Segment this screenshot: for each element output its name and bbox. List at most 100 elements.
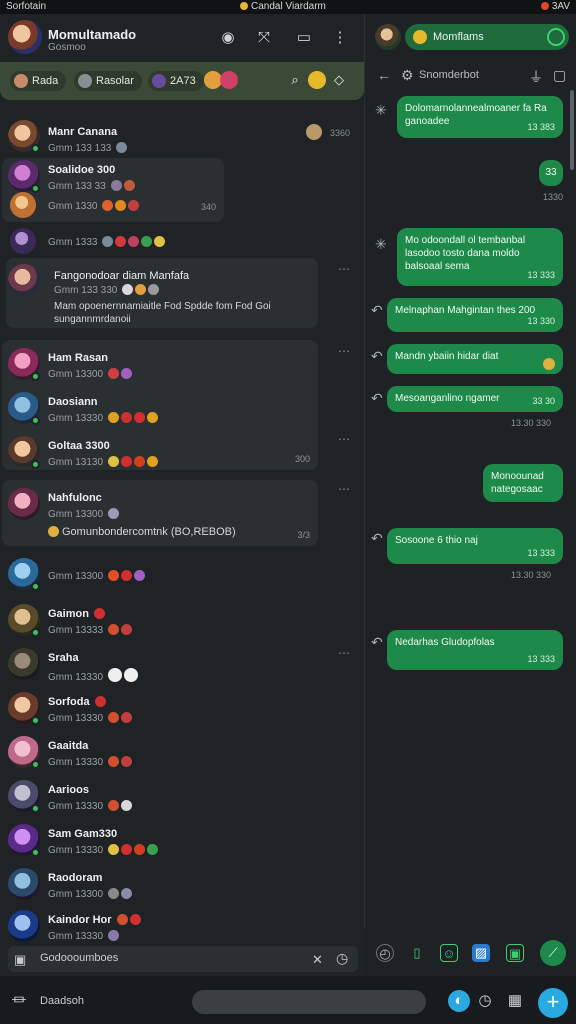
document-icon[interactable]: ▯ (408, 944, 426, 962)
message-bubble[interactable]: Melnaphan Mahgintan thes 200 13 330 (387, 298, 563, 332)
emoji-icon (107, 456, 119, 467)
emoji-icon[interactable] (220, 71, 238, 89)
avatar (8, 488, 40, 520)
bluetooth-icon[interactable]: ◐ (448, 990, 470, 1012)
emoji-icon (146, 412, 158, 423)
scrollbar[interactable] (570, 90, 574, 170)
more-icon[interactable]: ⋮ (330, 28, 350, 48)
pen-icon[interactable]: ⟋ (540, 940, 566, 966)
chat-item[interactable]: Raodoram Gmm 13300 (0, 862, 364, 906)
forward-icon[interactable]: ↶ (371, 634, 383, 651)
message-bubble[interactable]: Mandn ybaiin hidar diat (387, 344, 563, 374)
chat-item[interactable]: Gaimon Gmm 13333 (0, 598, 364, 642)
clock-icon[interactable]: ◷ (336, 950, 348, 967)
emoji-icon (107, 508, 119, 519)
message-bubble[interactable]: Mo odoondall ol tembanbal lasodoo tosto … (397, 228, 563, 286)
emoji-icon[interactable] (308, 71, 326, 89)
chat-item[interactable]: Daosiann Gmm 13330 (0, 386, 364, 428)
person-icon[interactable]: ⏚ (529, 67, 543, 87)
forward-icon[interactable]: ↶ (371, 302, 383, 319)
communities-icon[interactable]: ⤧ (254, 28, 274, 48)
emoji-icon (102, 200, 114, 211)
chat-item[interactable]: Ham Rasan Gmm 13300 ⋯ (0, 342, 364, 384)
more-icon[interactable]: ⋯ (338, 482, 350, 496)
more-icon[interactable]: ⋯ (338, 432, 350, 446)
bank-icon[interactable]: ⏛ (8, 990, 30, 1012)
chat-preview: Gmm 13330 (48, 412, 158, 424)
message-bubble[interactable]: Dolomarnolannealmoaner fa Ra ganoadee 13… (397, 96, 563, 138)
online-indicator (31, 628, 40, 637)
message-input[interactable] (192, 990, 426, 1014)
chat-preview: Gmm 1330 (48, 200, 140, 212)
chat-name: Sorfoda (48, 696, 106, 708)
status-ring-icon[interactable] (547, 28, 565, 46)
chat-item[interactable]: Gmm 13300 (0, 552, 364, 596)
message-bubble[interactable]: Mesoanganlino ngamer 33 30 (387, 386, 563, 412)
grid-icon[interactable]: ▦ (504, 990, 526, 1012)
close-icon[interactable]: ✕ (312, 952, 323, 968)
gear-icon[interactable]: ⚙ (401, 67, 414, 84)
chat-item[interactable]: Sraha Gmm 13330 ⋯ (0, 642, 364, 686)
forward-icon[interactable]: ↶ (371, 390, 383, 407)
chat-item[interactable]: Nahfulonc Gmm 13300 Gomunbondercomtnk (B… (0, 480, 364, 546)
filter-chip-2[interactable]: Rasolar (74, 71, 142, 91)
chat-item[interactable]: Sorfoda Gmm 13330 (0, 686, 364, 730)
contact-avatar[interactable] (375, 24, 401, 50)
reply-icon[interactable]: ✳ (375, 236, 387, 253)
chat-item[interactable]: Fangonodoar diam Manfafa Gmm 133 330 Mam… (0, 258, 364, 328)
chat-name: Sraha (48, 652, 79, 664)
back-arrow-icon[interactable]: ← (377, 67, 391, 83)
emoji-picker-icon[interactable]: ◴ (376, 944, 394, 962)
online-indicator (31, 460, 40, 469)
shield-icon[interactable]: ◇ (330, 71, 348, 89)
contact-pill[interactable]: Momflams (405, 24, 569, 50)
filter-chip-1[interactable]: Rada (10, 71, 67, 91)
emoji-icon (120, 456, 132, 467)
image-icon[interactable]: ▨ (472, 944, 490, 962)
forward-icon[interactable]: ↶ (371, 530, 383, 547)
left-header: Momultamado Gosmoo ◉ ⤧ ▭ ⋮ (0, 14, 364, 60)
chat-preview: Gmm 13330 (48, 800, 132, 812)
status-center-text: Candal Viardarm (251, 1, 326, 12)
message-timestamp: 13.30 330 (511, 570, 552, 580)
record-dot-icon (540, 2, 549, 10)
message-bubble[interactable]: 33 (539, 160, 563, 186)
chat-item[interactable]: Soalidoe 300 Gmm 133 33 (0, 158, 364, 193)
chat-preview-text: Gmm 13330 (48, 713, 104, 724)
chat-item[interactable]: Manr Canana Gmm 133 133 3360 (0, 114, 364, 158)
profile-avatar[interactable] (8, 20, 42, 54)
box-icon[interactable]: ▢ (553, 67, 566, 84)
add-button[interactable]: + (538, 988, 568, 1018)
reply-icon[interactable]: ✳ (375, 102, 387, 119)
search-icon[interactable]: ⌕ (286, 71, 304, 89)
more-icon[interactable]: ⋯ (338, 646, 350, 660)
contact-name: Momflams (433, 31, 484, 43)
image-icon[interactable]: ▣ (14, 952, 26, 968)
emoji-icon (115, 200, 127, 211)
forward-icon[interactable]: ↶ (371, 348, 383, 365)
message-bubble[interactable]: Nedarhas Gludopfolas 13 333 (387, 630, 563, 670)
chat-preview: Gmm 13330 (48, 844, 158, 856)
chat-item[interactable]: Sam Gam330 Gmm 13330 (0, 818, 364, 862)
status-ring-icon[interactable]: ◉ (218, 28, 238, 48)
clock-icon[interactable]: ◷ (474, 990, 496, 1012)
chat-preview-text: Gmm 13330 (48, 672, 104, 683)
chat-item[interactable]: Aarioos Gmm 13330 (0, 774, 364, 818)
emoji-icon (120, 712, 132, 723)
chat-item[interactable]: Gmm 1333 (0, 224, 364, 256)
left-search-bar: ▣ Godoooumboes ✕ ◷ (0, 942, 364, 976)
message-bubble[interactable]: Monoounad nategosaac (483, 464, 563, 502)
chat-item[interactable]: Gmm 1330 340 (0, 192, 364, 222)
sticker-icon[interactable]: ☺ (440, 944, 458, 962)
chat-item[interactable]: Gaaitda Gmm 13330 (0, 730, 364, 774)
message-bubble[interactable]: Sosoone 6 thio naj 13 333 (387, 528, 563, 564)
more-icon[interactable]: ⋯ (338, 262, 350, 276)
more-icon[interactable]: ⋯ (338, 344, 350, 358)
message-timestamp: 13.30 330 (511, 418, 552, 428)
new-chat-icon[interactable]: ▭ (294, 28, 314, 48)
filter-chip-3[interactable]: 2A73 (148, 71, 204, 91)
chat-item[interactable]: Goltaa 3300 Gmm 13130 300 ⋯ (0, 430, 364, 472)
chip-avatar-icon (14, 74, 28, 88)
chat-item[interactable]: Kaindor Hor Gmm 13330 (0, 906, 364, 942)
camera-icon[interactable]: ▣ (506, 944, 524, 962)
